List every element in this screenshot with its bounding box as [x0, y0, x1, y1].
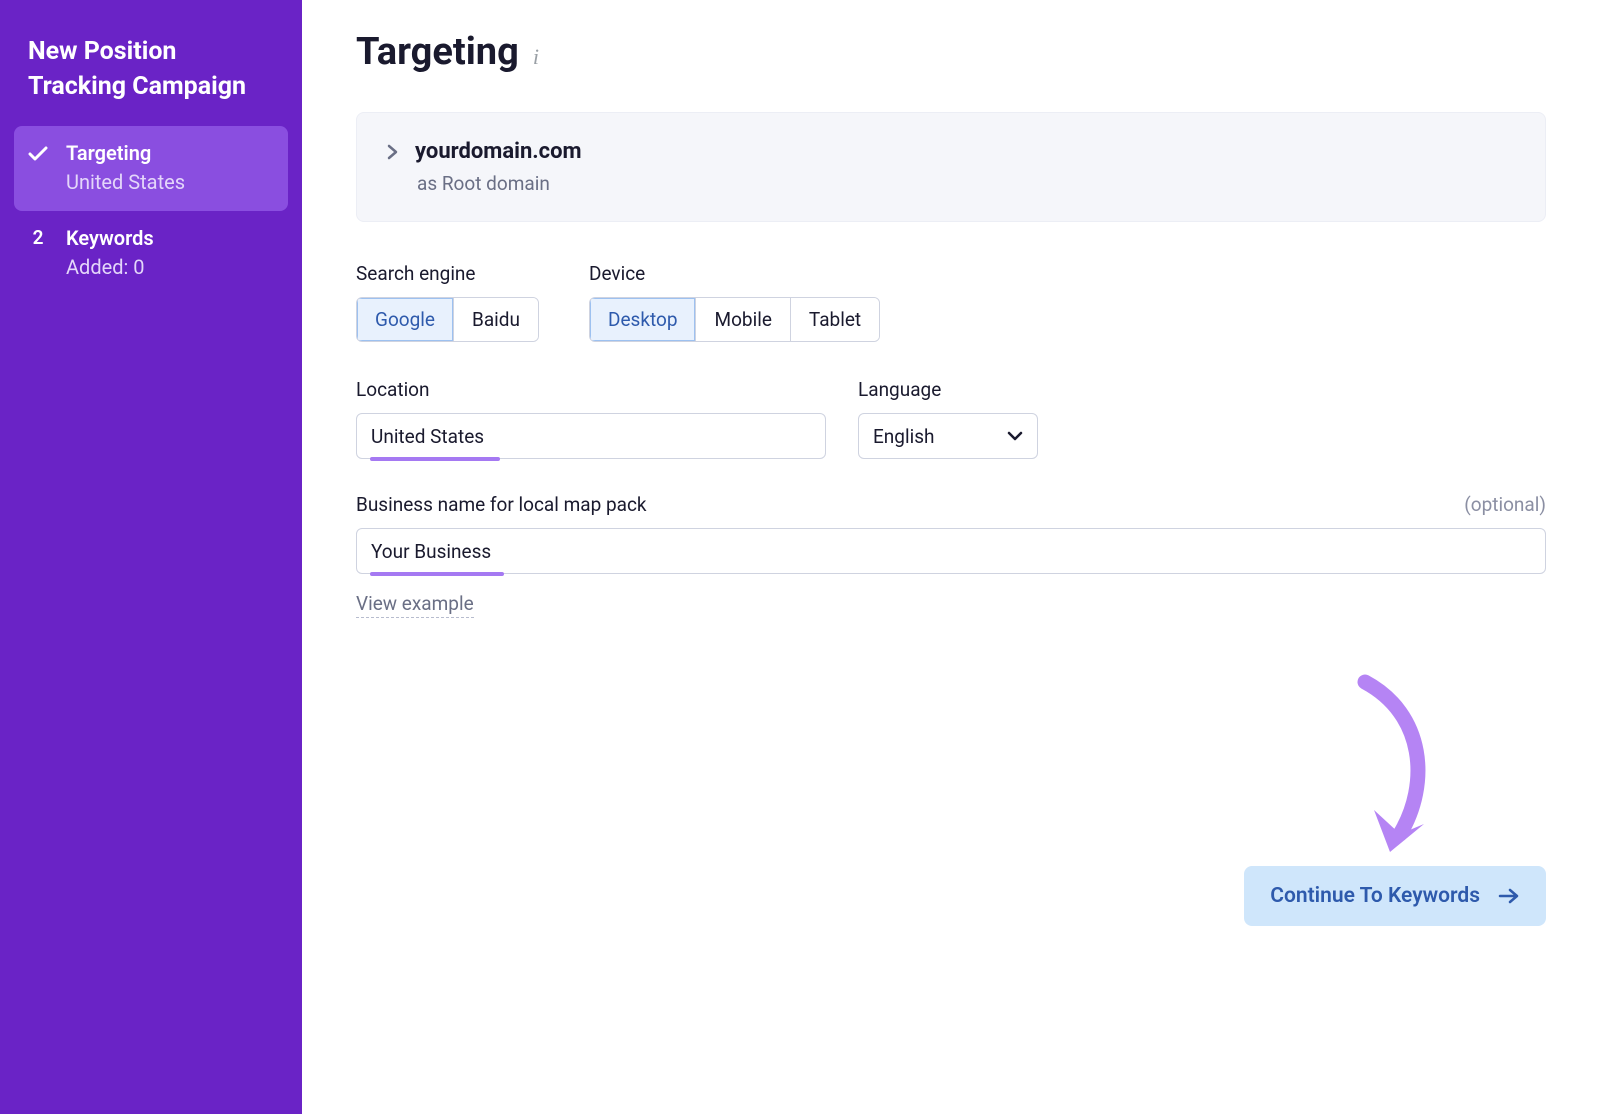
check-icon	[28, 140, 48, 162]
step-name: Targeting	[66, 140, 274, 167]
annotation-arrow-icon	[1330, 674, 1450, 874]
device-label: Device	[589, 262, 880, 285]
continue-label: Continue To Keywords	[1270, 884, 1480, 908]
sidebar-step-keywords[interactable]: 2 Keywords Added: 0	[14, 211, 288, 296]
step-number: 2	[28, 225, 48, 252]
language-select[interactable]: English	[858, 413, 1038, 459]
highlight-underline	[370, 457, 500, 461]
location-value: United States	[371, 425, 484, 448]
location-input[interactable]: United States	[356, 413, 826, 459]
arrow-right-icon	[1498, 888, 1520, 904]
location-block: Location United States	[356, 378, 826, 459]
chevron-right-icon	[387, 144, 399, 160]
step-content: Keywords Added: 0	[66, 225, 274, 282]
domain-name: yourdomain.com	[415, 139, 582, 164]
highlight-underline	[370, 572, 504, 576]
language-value: English	[873, 425, 934, 448]
chevron-down-icon	[1007, 431, 1023, 441]
device-option-tablet[interactable]: Tablet	[791, 298, 879, 341]
view-example-link[interactable]: View example	[356, 592, 474, 618]
continue-to-keywords-button[interactable]: Continue To Keywords	[1244, 866, 1546, 926]
step-sub: Added: 0	[66, 252, 274, 282]
language-block: Language English	[858, 378, 1038, 459]
device-block: Device Desktop Mobile Tablet	[589, 262, 880, 342]
search-engine-block: Search engine Google Baidu	[356, 262, 539, 342]
info-icon[interactable]: i	[533, 44, 539, 70]
search-engine-option-google[interactable]: Google	[357, 298, 454, 341]
device-option-mobile[interactable]: Mobile	[696, 298, 790, 341]
business-name-value: Your Business	[371, 540, 491, 563]
search-engine-label: Search engine	[356, 262, 539, 285]
step-sub: United States	[66, 167, 274, 197]
location-label: Location	[356, 378, 826, 401]
sidebar-step-targeting[interactable]: Targeting United States	[14, 126, 288, 211]
page-title: Targeting	[356, 30, 519, 74]
sidebar-title: New Position Tracking Campaign	[14, 34, 288, 126]
step-content: Targeting United States	[66, 140, 274, 197]
language-label: Language	[858, 378, 1038, 401]
main-panel: Targeting i yourdomain.com as Root domai…	[302, 0, 1600, 1114]
page-title-row: Targeting i	[356, 30, 1546, 74]
search-engine-option-baidu[interactable]: Baidu	[454, 298, 538, 341]
search-engine-group: Google Baidu	[356, 297, 539, 342]
business-name-label: Business name for local map pack	[356, 493, 647, 516]
domain-summary[interactable]: yourdomain.com as Root domain	[356, 112, 1546, 222]
business-name-input[interactable]: Your Business	[356, 528, 1546, 574]
sidebar: New Position Tracking Campaign Targeting…	[0, 0, 302, 1114]
domain-sub: as Root domain	[417, 172, 1515, 195]
optional-label: (optional)	[1464, 493, 1546, 516]
step-name: Keywords	[66, 225, 274, 252]
device-option-desktop[interactable]: Desktop	[590, 298, 697, 341]
device-group: Desktop Mobile Tablet	[589, 297, 880, 342]
